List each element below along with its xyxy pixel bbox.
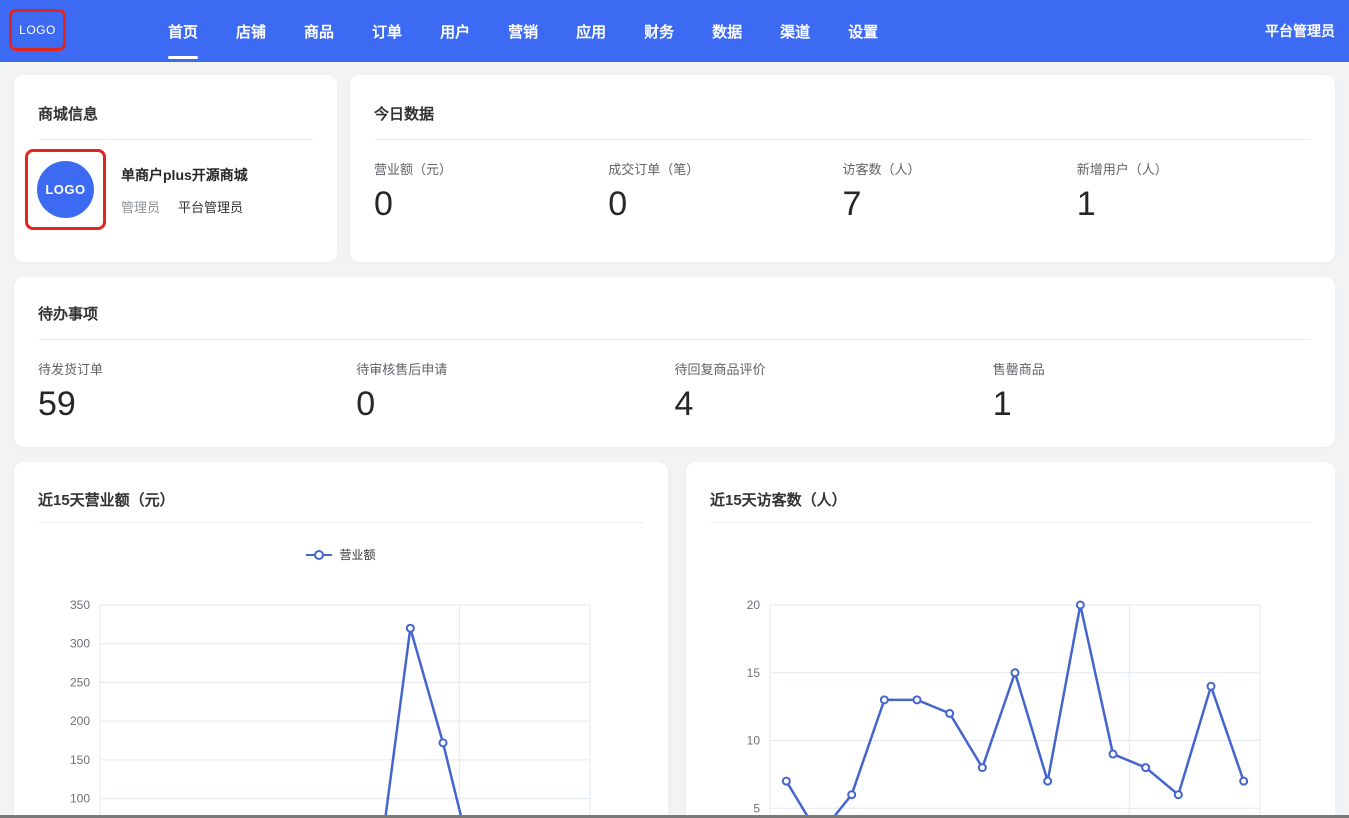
metric-label: 待发货订单 [38, 359, 356, 378]
metric-value: 4 [675, 387, 993, 421]
metric-value: 0 [608, 187, 842, 221]
main-nav: 首页 店铺 商品 订单 用户 营销 应用 财务 数据 渠道 设置 [168, 0, 878, 62]
card-title: 今日数据 [374, 103, 434, 124]
metric-label: 待审核售后申请 [356, 359, 674, 378]
revenue-chart-card: 近15天营业额（元） 营业额 050100150200250300350 [14, 462, 668, 818]
mall-roles: 管理员 平台管理员 [121, 197, 243, 216]
metric-label: 新增用户（人） [1077, 159, 1311, 178]
metric-value: 1 [993, 387, 1311, 421]
nav-item-home[interactable]: 首页 [168, 0, 198, 62]
metric-label: 待回复商品评价 [675, 359, 993, 378]
svg-text:350: 350 [70, 598, 90, 612]
nav-item-data[interactable]: 数据 [712, 0, 742, 62]
todo-card: 待办事项 待发货订单 59 待审核售后申请 0 待回复商品评价 4 售罄商品 1 [14, 277, 1335, 447]
revenue-line-chart: 050100150200250300350 [14, 462, 668, 818]
card-title: 商城信息 [38, 103, 98, 124]
svg-text:300: 300 [70, 637, 90, 651]
metric-pending-reviews: 待回复商品评价 4 [675, 359, 993, 421]
nav-item-marketing[interactable]: 营销 [508, 0, 538, 62]
card-title: 待办事项 [38, 303, 98, 324]
metric-label: 访客数（人） [843, 159, 1077, 178]
app-logo[interactable]: LOGO [19, 23, 56, 37]
metric-value: 0 [374, 187, 608, 221]
metric-value: 0 [356, 387, 674, 421]
mall-logo-avatar[interactable]: LOGO [37, 161, 94, 218]
metric-new-users: 新增用户（人） 1 [1077, 159, 1311, 221]
today-metrics: 营业额（元） 0 成交订单（笔） 0 访客数（人） 7 新增用户（人） 1 [374, 159, 1311, 221]
mall-name: 单商户plus开源商城 [121, 165, 248, 185]
top-navigation-bar: LOGO 首页 店铺 商品 订单 用户 营销 应用 财务 数据 渠道 设置 平台… [0, 0, 1349, 62]
metric-value: 7 [843, 187, 1077, 221]
svg-text:100: 100 [70, 792, 90, 806]
current-user-menu[interactable]: 平台管理员 [1265, 0, 1335, 62]
metric-soldout-goods: 售罄商品 1 [993, 359, 1311, 421]
nav-item-users[interactable]: 用户 [440, 0, 470, 62]
today-data-card: 今日数据 营业额（元） 0 成交订单（笔） 0 访客数（人） 7 新增用户（人）… [350, 75, 1335, 262]
svg-text:10: 10 [747, 734, 761, 748]
visitors-line-chart: 05101520 [686, 462, 1335, 818]
metric-label: 成交订单（笔） [608, 159, 842, 178]
nav-item-apps[interactable]: 应用 [576, 0, 606, 62]
svg-text:15: 15 [747, 666, 761, 680]
metric-value: 1 [1077, 187, 1311, 221]
metric-label: 售罄商品 [993, 359, 1311, 378]
visitors-chart-card: 近15天访客数（人） 05101520 [686, 462, 1335, 818]
nav-item-goods[interactable]: 商品 [304, 0, 334, 62]
mall-info-card: 商城信息 LOGO 单商户plus开源商城 管理员 平台管理员 [14, 75, 337, 262]
metric-value: 59 [38, 387, 356, 421]
svg-text:250: 250 [70, 675, 90, 689]
svg-text:150: 150 [70, 753, 90, 767]
metric-label: 营业额（元） [374, 159, 608, 178]
nav-item-orders[interactable]: 订单 [372, 0, 402, 62]
metric-visitors: 访客数（人） 7 [843, 159, 1077, 221]
nav-item-channel[interactable]: 渠道 [780, 0, 810, 62]
logo-annotation-box: LOGO [9, 9, 66, 51]
metric-revenue: 营业额（元） 0 [374, 159, 608, 221]
divider [38, 139, 313, 140]
role-value: 平台管理员 [178, 197, 243, 216]
todo-metrics: 待发货订单 59 待审核售后申请 0 待回复商品评价 4 售罄商品 1 [38, 359, 1311, 421]
metric-orders: 成交订单（笔） 0 [608, 159, 842, 221]
nav-item-settings[interactable]: 设置 [848, 0, 878, 62]
divider [38, 339, 1311, 340]
divider [374, 139, 1311, 140]
avatar-annotation-box: LOGO [25, 149, 106, 230]
metric-pending-shipments: 待发货订单 59 [38, 359, 356, 421]
svg-text:5: 5 [753, 801, 760, 815]
nav-item-finance[interactable]: 财务 [644, 0, 674, 62]
metric-pending-aftersales: 待审核售后申请 0 [356, 359, 674, 421]
mall-logo-text: LOGO [45, 182, 85, 197]
svg-text:200: 200 [70, 714, 90, 728]
nav-item-shop[interactable]: 店铺 [236, 0, 266, 62]
svg-text:20: 20 [747, 598, 761, 612]
role-label: 管理员 [121, 197, 160, 216]
